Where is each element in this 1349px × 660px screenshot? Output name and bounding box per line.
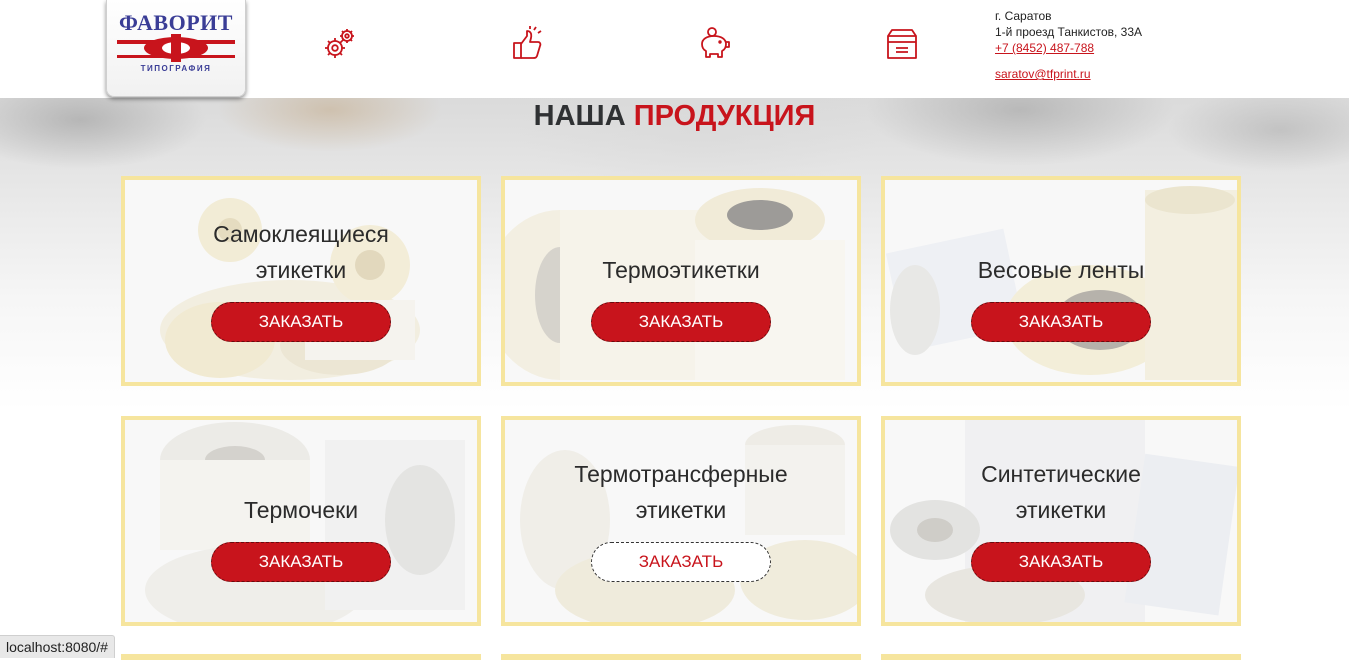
- product-title: Термоэтикетки: [602, 257, 760, 283]
- order-button[interactable]: ЗАКАЗАТЬ: [591, 302, 771, 342]
- product-card-thermal-labels[interactable]: Термоэтикетки ЗАКАЗАТЬ: [501, 176, 861, 386]
- thumbs-up-icon: [513, 26, 542, 59]
- product-card-synthetic-labels[interactable]: Синтетические этикетки ЗАКАЗАТЬ: [881, 416, 1241, 626]
- logo-subtitle: ТИПОГРАФИЯ: [140, 64, 212, 73]
- section-title-dark: НАША: [533, 100, 626, 132]
- product-title: Весовые ленты: [977, 257, 1145, 283]
- box-icon: [887, 29, 917, 59]
- order-button[interactable]: ЗАКАЗАТЬ: [211, 542, 391, 582]
- contact-address: 1-й проезд Танкистов, 33А: [995, 25, 1143, 39]
- product-title-line1: Синтетические: [981, 461, 1141, 487]
- order-button[interactable]: ЗАКАЗАТЬ: [971, 302, 1151, 342]
- site-header: ФАВОРИТ ТИПОГРАФИЯ г. Саратов 1-й проезд…: [0, 0, 1349, 98]
- company-logo[interactable]: ФАВОРИТ ТИПОГРАФИЯ: [106, 0, 246, 97]
- product-title-line1: Самоклеящиеся: [213, 221, 389, 247]
- product-card-self-adhesive[interactable]: Самоклеящиеся этикетки ЗАКАЗАТЬ: [121, 176, 481, 386]
- order-button[interactable]: ЗАКАЗАТЬ: [211, 302, 391, 342]
- contact-city: г. Саратов: [995, 9, 1052, 23]
- contacts-block: г. Саратов 1-й проезд Танкистов, 33А +7 …: [995, 8, 1142, 82]
- next-card-edge: [121, 654, 481, 660]
- contact-email-link[interactable]: saratov@tfprint.ru: [995, 66, 1142, 82]
- contact-phone-link[interactable]: +7 (8452) 487-788: [995, 40, 1142, 56]
- piggy-bank-icon: [701, 27, 730, 58]
- product-title-line2: этикетки: [255, 257, 347, 283]
- product-title-line2: этикетки: [635, 497, 727, 523]
- product-title-line1: Термотрансферные: [574, 461, 788, 487]
- logo-title: ФАВОРИТ: [119, 10, 233, 35]
- section-title: НАША ПРОДУКЦИЯ: [0, 100, 1349, 133]
- product-card-thermal-receipts[interactable]: Термочеки ЗАКАЗАТЬ: [121, 416, 481, 626]
- order-button[interactable]: ЗАКАЗАТЬ: [971, 542, 1151, 582]
- logo-bar-bottom: [117, 55, 235, 58]
- product-title-line2: этикетки: [1015, 497, 1107, 523]
- order-button-hovered[interactable]: ЗАКАЗАТЬ: [591, 542, 771, 582]
- browser-status-url: localhost:8080/#: [0, 635, 115, 658]
- gears-icon: [325, 29, 354, 58]
- product-title: Термочеки: [243, 497, 359, 523]
- product-card-thermal-transfer[interactable]: Термотрансферные этикетки ЗАКАЗАТЬ: [501, 416, 861, 626]
- section-title-red: ПРОДУКЦИЯ: [633, 100, 816, 132]
- next-card-edge: [881, 654, 1241, 660]
- next-card-edge: [501, 654, 861, 660]
- product-card-weight-tapes[interactable]: Весовые ленты ЗАКАЗАТЬ: [881, 176, 1241, 386]
